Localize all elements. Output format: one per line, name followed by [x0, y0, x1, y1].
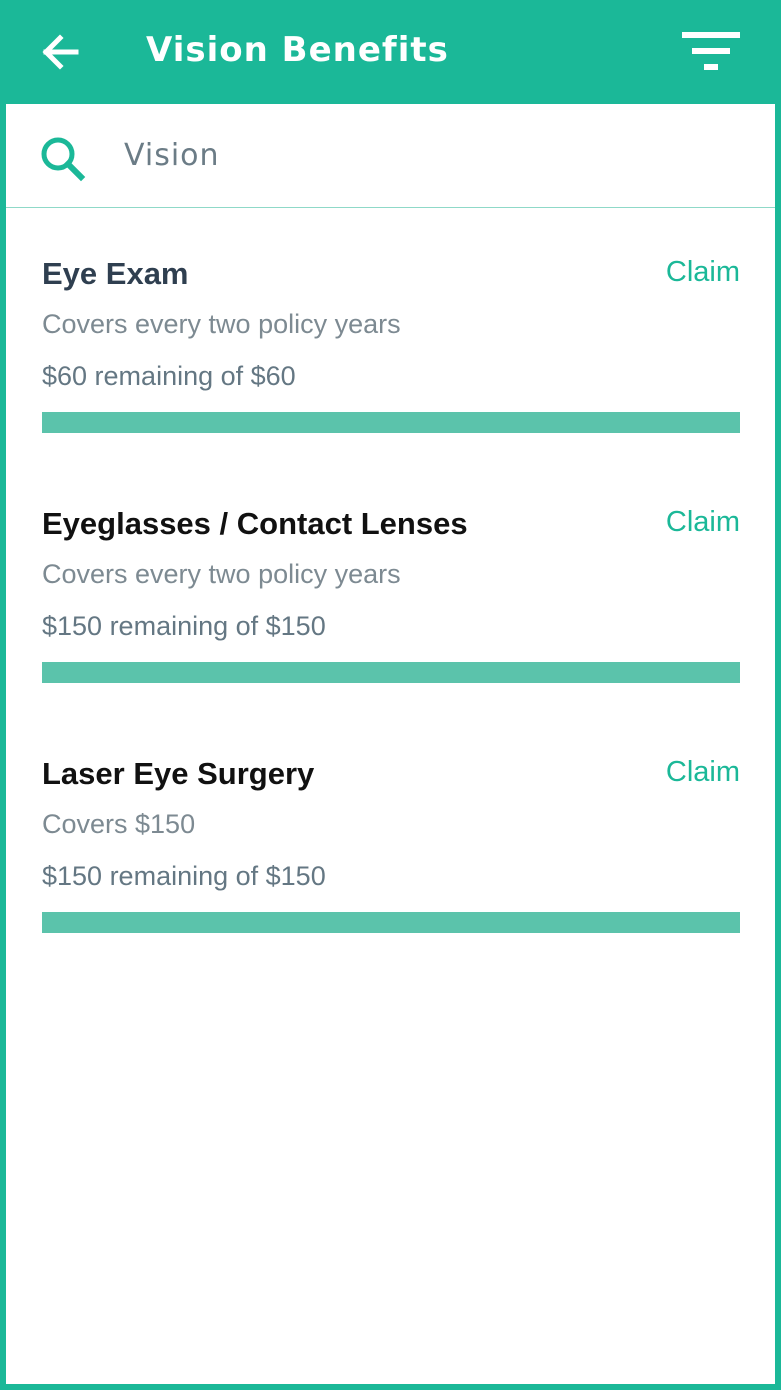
benefit-card-eyeglasses: Eyeglasses / Contact Lenses Claim Covers…	[42, 494, 740, 684]
search-bar	[6, 104, 775, 208]
remaining-progress-fill	[42, 662, 740, 683]
claim-link[interactable]: Claim	[666, 502, 740, 542]
remaining-progress-bar	[42, 412, 740, 433]
claim-link[interactable]: Claim	[666, 252, 740, 292]
page-title: Vision Benefits	[146, 30, 449, 70]
benefit-card-eye-exam: Eye Exam Claim Covers every two policy y…	[42, 244, 740, 434]
benefit-coverage: Covers every two policy years	[42, 309, 401, 339]
benefit-card-laser-eye-surgery: Laser Eye Surgery Claim Covers $150 $150…	[42, 744, 740, 934]
benefit-title: Laser Eye Surgery	[42, 756, 315, 791]
benefit-coverage: Covers $150	[42, 809, 196, 839]
benefit-remaining: $150 remaining of $150	[42, 611, 326, 641]
search-input[interactable]	[118, 130, 750, 180]
filter-icon	[682, 32, 740, 70]
remaining-progress-fill	[42, 912, 740, 933]
search-icon	[41, 137, 86, 182]
app-bar: Vision Benefits	[0, 0, 781, 104]
benefit-coverage: Covers every two policy years	[42, 559, 401, 589]
arrow-left-icon	[42, 34, 79, 70]
remaining-progress-fill	[42, 412, 740, 433]
claim-link[interactable]: Claim	[666, 752, 740, 792]
back-button[interactable]	[30, 22, 90, 82]
benefit-title: Eyeglasses / Contact Lenses	[42, 506, 468, 541]
remaining-progress-bar	[42, 912, 740, 933]
benefit-remaining: $150 remaining of $150	[42, 861, 326, 891]
remaining-progress-bar	[42, 662, 740, 683]
main-content: Eye Exam Claim Covers every two policy y…	[6, 104, 775, 1384]
benefit-title: Eye Exam	[42, 256, 189, 291]
benefit-remaining: $60 remaining of $60	[42, 361, 296, 391]
filter-button[interactable]	[678, 26, 744, 78]
